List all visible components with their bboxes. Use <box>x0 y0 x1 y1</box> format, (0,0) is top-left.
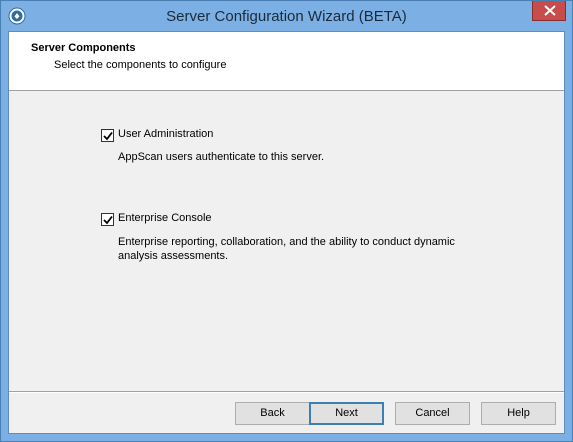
cancel-button[interactable]: Cancel <box>395 402 470 425</box>
enterprise-console-checkbox[interactable] <box>101 213 114 226</box>
page-title: Server Components <box>31 42 136 54</box>
checkmark-icon <box>103 215 113 225</box>
next-button[interactable]: Next <box>309 402 384 425</box>
page-subtitle: Select the components to configure <box>54 59 227 71</box>
wizard-header: Server Components Select the components … <box>9 32 564 91</box>
checkmark-icon <box>103 131 113 141</box>
button-bar-divider <box>9 391 564 393</box>
close-button[interactable] <box>532 1 566 21</box>
wizard-window: Server Configuration Wizard (BETA) Serve… <box>0 0 573 442</box>
enterprise-console-description: Enterprise reporting, collaboration, and… <box>118 236 455 262</box>
window-title: Server Configuration Wizard (BETA) <box>166 8 407 25</box>
close-icon <box>544 5 556 16</box>
user-administration-checkbox[interactable] <box>101 129 114 142</box>
title-bar[interactable]: Server Configuration Wizard (BETA) <box>1 1 572 31</box>
back-button[interactable]: Back <box>235 402 310 425</box>
enterprise-console-label[interactable]: Enterprise Console <box>118 212 212 224</box>
user-administration-label[interactable]: User Administration <box>118 128 213 140</box>
user-administration-description: AppScan users authenticate to this serve… <box>118 151 325 163</box>
help-button[interactable]: Help <box>481 402 556 425</box>
wizard-body: Server Components Select the components … <box>8 31 565 434</box>
